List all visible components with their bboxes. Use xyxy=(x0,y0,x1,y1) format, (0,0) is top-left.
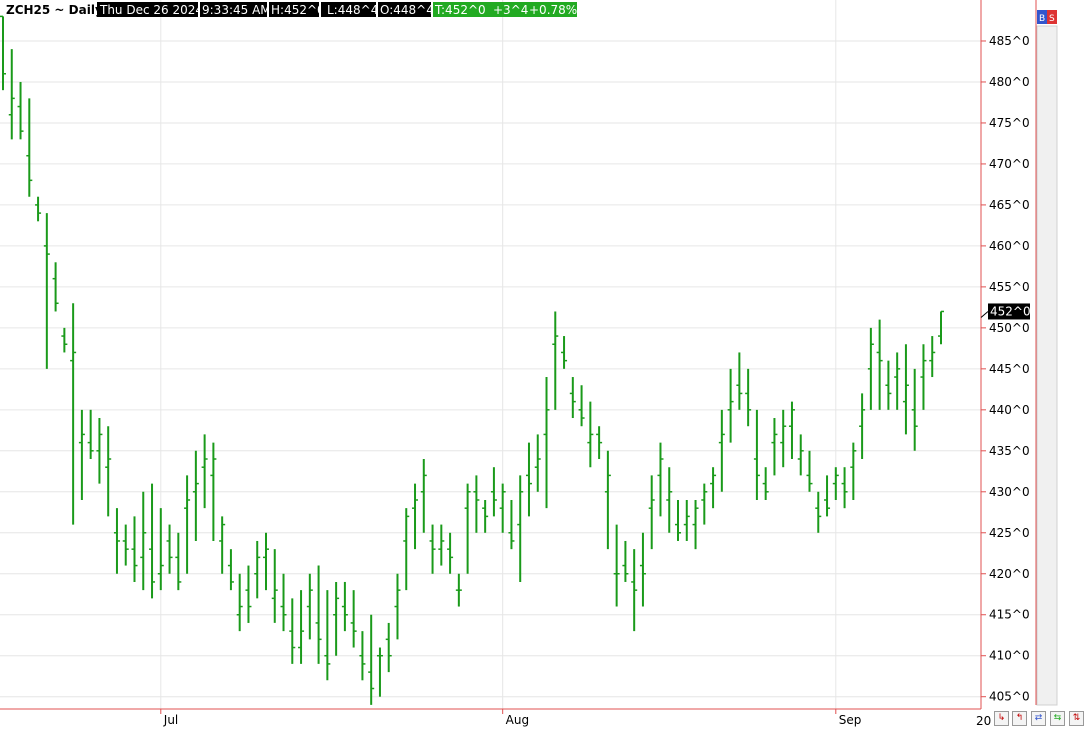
time-text: 9:33:45 AM xyxy=(202,3,271,17)
price-tick-label: 430^0 xyxy=(989,485,1030,499)
price-chart[interactable]: 405^0 410^0 415^0 420^0 425^0 430^0 435^0 440^0… xyxy=(0,0,1090,729)
low-text: L:448^4 xyxy=(327,3,378,17)
change-text: +3^4 xyxy=(493,3,528,17)
zoom-out-button[interactable]: ⇆ xyxy=(1050,711,1065,726)
price-tick-label: 475^0 xyxy=(989,116,1030,130)
price-tick-label: 425^0 xyxy=(989,526,1030,540)
open-text: O:448^4 xyxy=(380,3,434,17)
period-label: 20 xyxy=(976,714,991,728)
header: ZCH25 ~ Daily Thu Dec 26 2024 9:33:45 AM… xyxy=(6,2,577,17)
date-text: Thu Dec 26 2024 xyxy=(99,3,203,17)
price-tick-label: 470^0 xyxy=(989,157,1030,171)
price-tick-label: 460^0 xyxy=(989,239,1030,253)
scroll-start-button[interactable]: ↳ xyxy=(994,711,1009,726)
last-text: T:452^0 xyxy=(434,3,486,17)
price-tick-label: 480^0 xyxy=(989,75,1030,89)
reset-view-button[interactable]: ⇅ xyxy=(1069,711,1084,726)
zoom-in-button[interactable]: ⇄ xyxy=(1031,711,1046,726)
price-tick-label: 405^0 xyxy=(989,690,1030,704)
price-tick-label: 435^0 xyxy=(989,444,1030,458)
price-tick-label: 455^0 xyxy=(989,280,1030,294)
symbol-title: ZCH25 ~ Daily xyxy=(6,3,103,17)
high-text: H:452^0 xyxy=(271,3,325,17)
time-tick-label: Jul xyxy=(163,713,178,727)
change-pct-text: +0.78% xyxy=(529,3,577,17)
price-tick-label: 420^0 xyxy=(989,567,1030,581)
last-price-marker: 452^0 xyxy=(980,303,1031,320)
price-tick-label: 445^0 xyxy=(989,362,1030,376)
last-price-label: 452^0 xyxy=(990,304,1031,318)
right-scrollbar[interactable] xyxy=(1036,25,1058,706)
price-tick-label: 450^0 xyxy=(989,321,1030,335)
price-tick-label: 415^0 xyxy=(989,608,1030,622)
price-tick-label: 485^0 xyxy=(989,34,1030,48)
price-tick-label: 440^0 xyxy=(989,403,1030,417)
price-tick-label: 410^0 xyxy=(989,649,1030,663)
buy-button-label: B xyxy=(1039,14,1045,24)
chart-background xyxy=(0,0,1090,729)
scroll-end-button[interactable]: ↰ xyxy=(1012,711,1027,726)
sell-button-label: S xyxy=(1049,14,1055,24)
time-tick-label: Aug xyxy=(506,713,529,727)
price-tick-label: 465^0 xyxy=(989,198,1030,212)
time-tick-label: Sep xyxy=(839,713,862,727)
